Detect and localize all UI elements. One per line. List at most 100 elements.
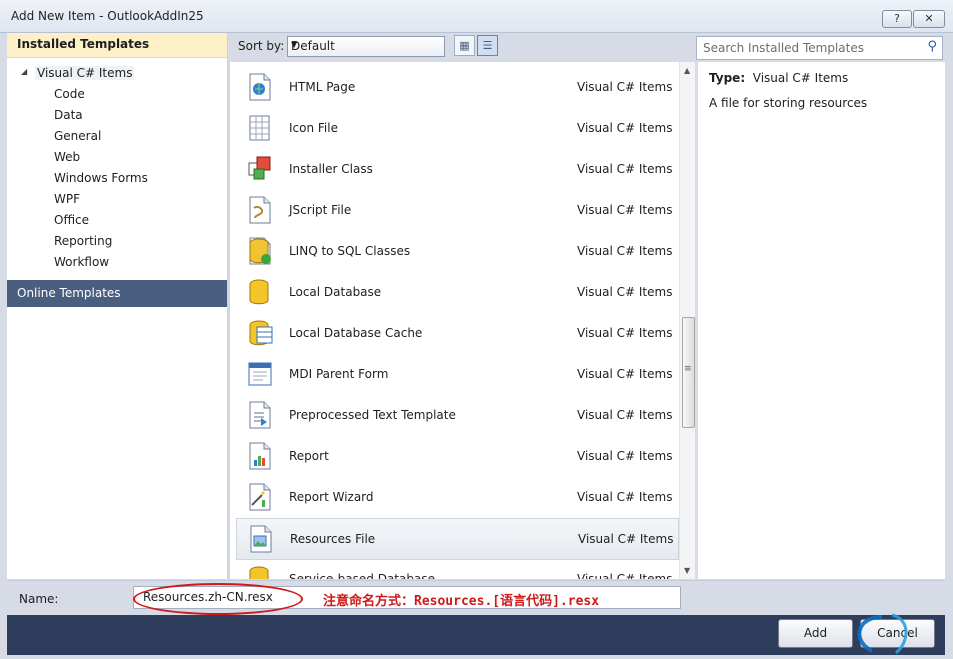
scroll-up-icon[interactable]: ▲	[684, 66, 690, 75]
template-name: Preprocessed Text Template	[289, 408, 456, 422]
jscript-file-icon	[247, 196, 273, 224]
template-name: LINQ to SQL Classes	[289, 244, 411, 258]
online-templates-label: Online Templates	[17, 286, 121, 300]
name-label: Name:	[19, 592, 59, 606]
local-database-cache-icon	[247, 319, 273, 347]
tree-root-label: Visual C# Items	[35, 66, 135, 80]
template-category: Visual C# Items	[577, 203, 673, 217]
toolbar: Sort by: Default ▼ ▦ ☰	[229, 33, 692, 61]
template-name: MDI Parent Form	[289, 367, 389, 381]
template-row[interactable]: MDI Parent Form Visual C# Items	[236, 354, 677, 394]
linq-to-sql-icon	[247, 237, 273, 265]
template-row[interactable]: JScript File Visual C# Items	[236, 190, 677, 230]
template-name: Resources File	[290, 532, 376, 546]
installer-class-icon	[247, 155, 273, 183]
description-type: Type: Visual C# Items	[709, 71, 848, 85]
resources-file-icon	[248, 525, 274, 553]
service-database-icon	[247, 565, 273, 579]
description-pane: Type: Visual C# Items A file for storing…	[698, 62, 945, 579]
template-category: Visual C# Items	[578, 532, 674, 546]
description-text: A file for storing resources	[709, 96, 868, 110]
template-row[interactable]: Preprocessed Text Template Visual C# Item…	[236, 395, 677, 435]
template-category: Visual C# Items	[577, 285, 673, 299]
scrollbar[interactable]: ▲ ≡ ▼	[679, 62, 695, 579]
template-name: JScript File	[289, 203, 352, 217]
template-category: Visual C# Items	[577, 367, 673, 381]
template-name: Local Database Cache	[289, 326, 423, 340]
template-name: Installer Class	[289, 162, 373, 176]
grid-view-icon: ▦	[459, 39, 470, 52]
template-category: Visual C# Items	[577, 121, 673, 135]
sort-label: Sort by:	[238, 39, 285, 53]
tree-item-web[interactable]: Web	[54, 150, 80, 168]
html-page-icon	[247, 73, 273, 101]
template-category: Visual C# Items	[577, 162, 673, 176]
template-row[interactable]: Resources File Visual C# Items	[236, 518, 679, 560]
template-row[interactable]: Report Visual C# Items	[236, 436, 677, 476]
template-category: Visual C# Items	[577, 449, 673, 463]
highlight-ellipse	[133, 583, 303, 615]
add-button[interactable]: Add	[778, 619, 853, 648]
mdi-parent-form-icon	[247, 360, 273, 388]
tree-item-wpf[interactable]: WPF	[54, 192, 80, 210]
small-icons-view-button[interactable]: ▦	[454, 35, 475, 56]
grip-icon: ≡	[684, 364, 692, 374]
template-name: Icon File	[289, 121, 338, 135]
tree-item-office[interactable]: Office	[54, 213, 89, 231]
text-template-icon	[247, 401, 273, 429]
tree-item-general[interactable]: General	[54, 129, 101, 147]
template-name: Local Database	[289, 285, 382, 299]
template-name: Report	[289, 449, 329, 463]
title-bar: Add New Item - OutlookAddIn25 ? ✕	[0, 0, 953, 33]
template-category: Visual C# Items	[577, 80, 673, 94]
search-placeholder: Search Installed Templates	[703, 41, 864, 55]
name-bar: Name: Resources.zh-CN.resx 注意命名方式：Resour…	[7, 580, 945, 615]
search-input[interactable]: Search Installed Templates ⚲	[696, 36, 943, 60]
tree-item-visual-csharp[interactable]: ◢ Visual C# Items	[21, 65, 221, 83]
online-templates-header[interactable]: Online Templates	[7, 280, 227, 307]
tree-item-reporting[interactable]: Reporting	[54, 234, 112, 252]
template-row[interactable]: Local Database Visual C# Items	[236, 272, 677, 312]
template-row[interactable]: Report Wizard Visual C# Items	[236, 477, 677, 517]
template-category: Visual C# Items	[577, 490, 673, 504]
template-category-pane: Installed Templates ◢ Visual C# Items Co…	[7, 33, 228, 579]
tree-item-workflow[interactable]: Workflow	[54, 255, 109, 273]
help-button[interactable]: ?	[882, 10, 912, 28]
expand-arrow-icon[interactable]: ◢	[21, 67, 27, 76]
window-title: Add New Item - OutlookAddIn25	[11, 9, 204, 23]
installed-templates-label: Installed Templates	[17, 37, 150, 51]
sort-select[interactable]: Default ▼	[287, 36, 445, 57]
type-value: Visual C# Items	[752, 71, 849, 85]
close-button[interactable]: ✕	[913, 10, 945, 28]
template-category: Visual C# Items	[577, 572, 673, 579]
template-category: Visual C# Items	[577, 326, 673, 340]
template-list: HTML Page Visual C# Items Icon File Visual …	[229, 62, 695, 579]
template-name: Report Wizard	[289, 490, 374, 504]
template-row[interactable]: Service-based Database Visual C# Items	[236, 559, 677, 579]
local-database-icon	[247, 278, 273, 306]
tree-item-code[interactable]: Code	[54, 87, 85, 105]
template-row[interactable]: Installer Class Visual C# Items	[236, 149, 677, 189]
scroll-down-icon[interactable]: ▼	[684, 566, 690, 575]
chevron-down-icon: ▼	[291, 40, 298, 49]
template-row[interactable]: Icon File Visual C# Items	[236, 108, 677, 148]
report-wizard-icon	[247, 483, 273, 511]
search-icon[interactable]: ⚲	[927, 39, 937, 54]
naming-annotation: 注意命名方式：Resources.[语言代码].resx	[323, 594, 600, 609]
report-icon	[247, 442, 273, 470]
template-name: Service-based Database	[289, 572, 435, 579]
watermark-logo	[857, 613, 908, 655]
template-row[interactable]: LINQ to SQL Classes Visual C# Items	[236, 231, 677, 271]
template-category: Visual C# Items	[577, 408, 673, 422]
template-category: Visual C# Items	[577, 244, 673, 258]
template-row[interactable]: HTML Page Visual C# Items	[236, 67, 677, 107]
details-view-button[interactable]: ☰	[477, 35, 498, 56]
scroll-thumb[interactable]: ≡	[682, 317, 695, 428]
tree-item-data[interactable]: Data	[54, 108, 83, 126]
template-row[interactable]: Local Database Cache Visual C# Items	[236, 313, 677, 353]
name-field[interactable]: Resources.zh-CN.resx 注意命名方式：Resources.[语…	[133, 583, 681, 615]
installed-templates-header[interactable]: Installed Templates	[7, 33, 227, 58]
template-name: HTML Page	[289, 80, 356, 94]
tree-item-windows-forms[interactable]: Windows Forms	[54, 171, 148, 189]
type-label: Type:	[709, 71, 746, 85]
